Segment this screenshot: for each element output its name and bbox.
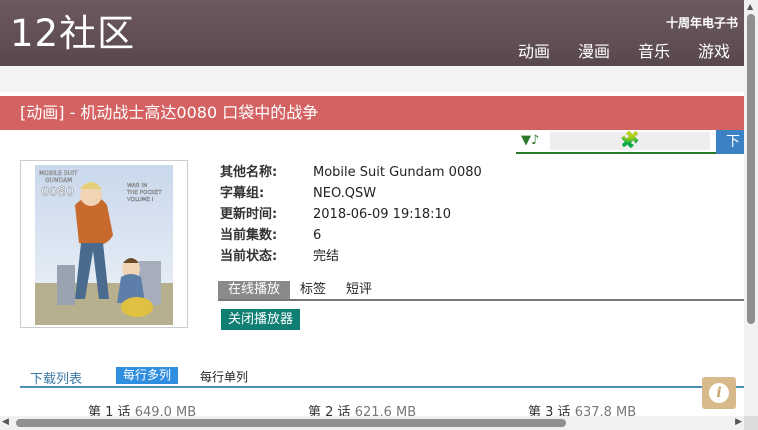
info-row: 当前集数: 6	[220, 225, 482, 246]
info-value: 完结	[313, 249, 340, 264]
info-key: 当前状态:	[220, 249, 278, 264]
info-key: 当前集数:	[220, 228, 278, 243]
info-key: 其他名称:	[220, 165, 278, 180]
horizontal-scroll-thumb[interactable]	[16, 419, 566, 427]
tab-short-reviews[interactable]: 短评	[336, 281, 382, 299]
player-control-bar: ▼♪ 🧩	[516, 130, 716, 154]
info-row: 其他名称: Mobile Suit Gundam 0080	[220, 162, 482, 183]
scrollbar-corner	[744, 416, 758, 430]
nav-item-games[interactable]: 游戏	[698, 38, 730, 62]
info-button[interactable]: i	[702, 377, 736, 409]
page-title: [动画] - 机动战士高达0080 口袋中的战争	[0, 96, 744, 130]
site-logo[interactable]: 12社区	[10, 14, 135, 54]
site-header: 12社区 十周年电子书 动画 漫画 音乐 游戏	[0, 0, 744, 66]
info-value: Mobile Suit Gundam 0080	[313, 165, 482, 180]
scroll-right-arrow-icon[interactable]: ▶	[735, 417, 742, 427]
download-list-header: 下载列表 每行多列 每行单列	[20, 366, 744, 388]
main-nav: 动画 漫画 音乐 游戏	[518, 38, 730, 62]
nav-item-music[interactable]: 音乐	[638, 38, 670, 62]
close-player-button[interactable]: 关闭播放器	[221, 309, 301, 330]
multi-column-button[interactable]: 每行多列	[116, 367, 179, 384]
cover-line-1: MOBILE SUIT	[39, 170, 78, 177]
tab-tags[interactable]: 标签	[290, 281, 336, 299]
cover-image: MOBILE SUIT GUNDAM 0080 WAR IN THE POCKE…	[20, 160, 188, 328]
info-value: 6	[313, 228, 322, 243]
nav-item-anime[interactable]: 动画	[518, 38, 550, 62]
info-value: NEO.QSW	[313, 186, 377, 201]
subheader-band	[0, 66, 744, 92]
music-icon[interactable]: ▼♪	[521, 133, 539, 148]
info-key: 更新时间:	[220, 207, 278, 222]
nav-item-manga[interactable]: 漫画	[578, 38, 610, 62]
info-panel: 其他名称: Mobile Suit Gundam 0080 字幕组: NEO.Q…	[220, 162, 482, 267]
promo-link[interactable]: 十周年电子书	[666, 14, 738, 31]
detail-tabs: 在线播放 标签 短评	[218, 281, 744, 301]
puzzle-icon: 🧩	[620, 130, 640, 149]
scroll-left-arrow-icon[interactable]: ◀	[2, 417, 9, 427]
cover-line-2: GUNDAM	[45, 177, 72, 184]
cover-line-3: 0080	[41, 185, 74, 200]
scroll-up-arrow-icon[interactable]: ▲	[747, 2, 753, 11]
horizontal-scrollbar[interactable]: ◀ ▶	[0, 416, 744, 430]
info-key: 字幕组:	[220, 186, 265, 201]
player-plugin-field[interactable]: 🧩	[550, 130, 710, 150]
info-row: 字幕组: NEO.QSW	[220, 183, 482, 204]
cover-line-6: VOLUME I	[127, 197, 154, 203]
cover-line-5: THE POCKET	[126, 190, 162, 196]
download-list-label[interactable]: 下载列表	[30, 368, 82, 387]
info-row: 当前状态: 完结	[220, 246, 482, 267]
cover-line-4: WAR IN	[127, 183, 147, 189]
vertical-scroll-thumb[interactable]	[747, 14, 755, 324]
cover-art: MOBILE SUIT GUNDAM 0080 WAR IN THE POCKE…	[35, 165, 173, 325]
tab-online-play[interactable]: 在线播放	[218, 281, 291, 299]
info-row: 更新时间: 2018-06-09 19:18:10	[220, 204, 482, 225]
info-value: 2018-06-09 19:18:10	[313, 207, 452, 222]
info-icon: i	[709, 383, 729, 403]
vertical-scrollbar[interactable]: ▲	[744, 0, 758, 416]
download-button[interactable]: 下	[716, 130, 744, 154]
single-column-button[interactable]: 每行单列	[200, 368, 248, 385]
